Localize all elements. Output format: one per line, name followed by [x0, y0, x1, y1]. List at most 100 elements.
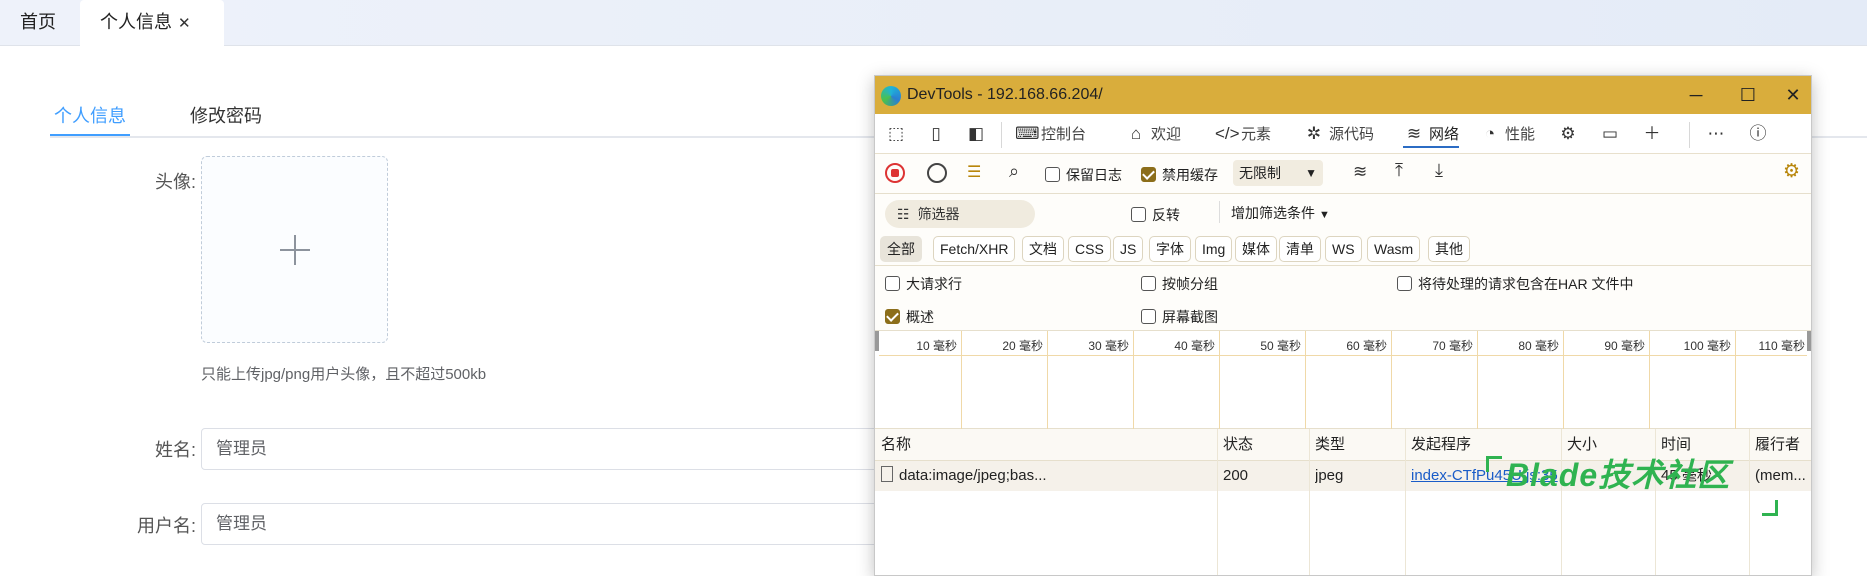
chip-img[interactable]: Img: [1195, 236, 1233, 262]
timeline-tick: [1219, 331, 1220, 429]
watermark-corner: [1486, 456, 1502, 472]
username-label: 用户名:: [136, 516, 196, 536]
timeline-tick-label: 20 毫秒: [1002, 339, 1043, 353]
timeline-tick: [1133, 331, 1134, 429]
clear-icon[interactable]: [927, 163, 947, 183]
timeline-right-handle[interactable]: [1807, 331, 1811, 351]
avatar-uploader[interactable]: [201, 156, 388, 343]
chip-js[interactable]: JS: [1113, 236, 1144, 262]
preserve-log-checkbox[interactable]: [1045, 167, 1060, 182]
column-name[interactable]: 名称: [881, 429, 911, 459]
devtools-titlebar: DevTools - 192.168.66.204/ ─ ☐ ✕: [875, 76, 1811, 114]
record-icon[interactable]: [885, 163, 905, 183]
har-checkbox[interactable]: [1397, 276, 1412, 291]
row-name: data:image/jpeg;bas...: [881, 461, 1215, 491]
timeline-tick-label: 80 毫秒: [1518, 339, 1559, 353]
chip-media[interactable]: 媒体: [1235, 236, 1277, 262]
column-type[interactable]: 类型: [1315, 429, 1345, 459]
filter-separator: [1219, 201, 1220, 223]
network-timeline-overview[interactable]: 10 毫秒 20 毫秒 30 毫秒 40 毫秒 50 毫秒 60 毫秒 70 毫…: [875, 331, 1811, 429]
har-option[interactable]: 将待处理的请求包含在HAR 文件中: [1397, 274, 1633, 294]
chip-font[interactable]: 字体: [1149, 236, 1191, 262]
application-icon[interactable]: ▭: [1599, 120, 1625, 148]
avatar-tip: 只能上传jpg/png用户头像，且不超过500kb: [201, 366, 487, 383]
help-icon[interactable]: ⓘ: [1747, 120, 1773, 148]
tab-profile[interactable]: 个人信息 ✕: [80, 0, 224, 46]
chip-fetch-xhr[interactable]: Fetch/XHR: [933, 236, 1016, 262]
chip-manifest[interactable]: 清单: [1279, 236, 1321, 262]
timeline-left-handle[interactable]: [875, 331, 879, 351]
row-type: jpeg: [1315, 467, 1344, 484]
column-status[interactable]: 状态: [1223, 429, 1253, 459]
username-input[interactable]: 管理员: [201, 503, 901, 545]
chip-other[interactable]: 其他: [1428, 236, 1470, 262]
filter-input[interactable]: ☷ 筛选器: [885, 200, 1035, 228]
disable-cache-checkbox[interactable]: [1141, 167, 1156, 182]
maximize-icon[interactable]: ☐: [1723, 80, 1773, 110]
big-rows-option[interactable]: 大请求行: [885, 274, 962, 294]
screenshots-checkbox[interactable]: [1141, 309, 1156, 324]
tab-profile-label: 个人信息: [100, 12, 172, 32]
timeline-tick-label: 110 毫秒: [1758, 339, 1805, 353]
preserve-log-option[interactable]: 保留日志: [1045, 165, 1122, 185]
tab-console-label: 控制台: [1041, 126, 1087, 143]
more-icon[interactable]: ⋯: [1705, 120, 1731, 148]
network-settings-icon[interactable]: ⚙: [1783, 160, 1800, 183]
tab-home[interactable]: 首页: [0, 0, 76, 46]
screenshots-label: 屏幕截图: [1162, 309, 1218, 325]
screenshots-option[interactable]: 屏幕截图: [1141, 307, 1218, 327]
invert-checkbox[interactable]: [1131, 207, 1146, 222]
tab-welcome[interactable]: ⌂ 欢迎: [1125, 120, 1181, 148]
column-fulfilled-by[interactable]: 履行者: [1755, 429, 1800, 459]
tab-sources[interactable]: ✲ 源代码: [1303, 120, 1374, 148]
document-icon: [881, 466, 893, 482]
device-icon[interactable]: ▯: [925, 120, 951, 148]
overview-checkbox[interactable]: [885, 309, 900, 324]
chip-wasm[interactable]: Wasm: [1367, 236, 1421, 262]
watermark-text: Blade技术社区: [1506, 457, 1731, 493]
import-har-icon[interactable]: ⤒: [1395, 160, 1403, 181]
network-conditions-icon[interactable]: ≋: [1353, 162, 1367, 182]
avatar-label: 头像:: [154, 172, 196, 192]
add-tab-icon[interactable]: ＋: [1641, 120, 1667, 148]
column-initiator[interactable]: 发起程序: [1411, 429, 1471, 459]
tab-performance[interactable]: ◔ 性能: [1479, 120, 1535, 148]
timeline-tick-label: 70 毫秒: [1432, 339, 1473, 353]
disable-cache-option[interactable]: 禁用缓存: [1141, 165, 1218, 185]
chip-doc[interactable]: 文档: [1022, 236, 1064, 262]
tab-change-password[interactable]: 修改密码: [190, 102, 262, 136]
chip-css[interactable]: CSS: [1068, 236, 1111, 262]
group-by-frame-option[interactable]: 按帧分组: [1141, 274, 1218, 294]
dock-icon[interactable]: ◧: [965, 120, 991, 148]
har-label: 将待处理的请求包含在HAR 文件中: [1418, 276, 1634, 292]
invert-label: 反转: [1152, 207, 1180, 223]
throttle-select[interactable]: 无限制 ▼: [1233, 160, 1323, 186]
timeline-tick-label: 50 毫秒: [1260, 339, 1301, 353]
invert-option[interactable]: 反转: [1131, 205, 1180, 225]
more-filters-dropdown[interactable]: 增加筛选条件 ▼: [1231, 203, 1330, 223]
tab-elements[interactable]: </>元素: [1215, 120, 1271, 148]
tab-performance-label: 性能: [1505, 126, 1536, 143]
close-icon[interactable]: ✕: [178, 15, 191, 32]
timeline-tick: [1391, 331, 1392, 429]
export-har-icon[interactable]: ⤓: [1435, 160, 1443, 181]
row-status: 200: [1223, 467, 1249, 484]
name-input[interactable]: 管理员: [201, 428, 901, 470]
options-row-1: 大请求行 按帧分组 将待处理的请求包含在HAR 文件中: [875, 266, 1811, 299]
toolbar-separator: [1001, 122, 1002, 148]
tab-personal-info[interactable]: 个人信息: [50, 102, 130, 136]
close-window-icon[interactable]: ✕: [1768, 80, 1811, 110]
chip-ws[interactable]: WS: [1325, 236, 1362, 262]
tab-network[interactable]: ≋ 网络: [1403, 120, 1460, 148]
search-icon[interactable]: ⌕: [1009, 161, 1019, 182]
group-by-frame-checkbox[interactable]: [1141, 276, 1156, 291]
inspect-icon[interactable]: ⬚: [885, 120, 911, 148]
settings-gear-tab-icon[interactable]: ⚙: [1557, 120, 1583, 148]
filter-funnel-icon[interactable]: ☰: [967, 162, 981, 182]
tab-console[interactable]: ⌨控制台: [1015, 120, 1086, 148]
big-rows-checkbox[interactable]: [885, 276, 900, 291]
minimize-icon[interactable]: ─: [1671, 80, 1721, 110]
chip-all[interactable]: 全部: [880, 236, 922, 262]
plus-icon: [280, 235, 310, 265]
overview-option[interactable]: 概述: [885, 307, 934, 327]
